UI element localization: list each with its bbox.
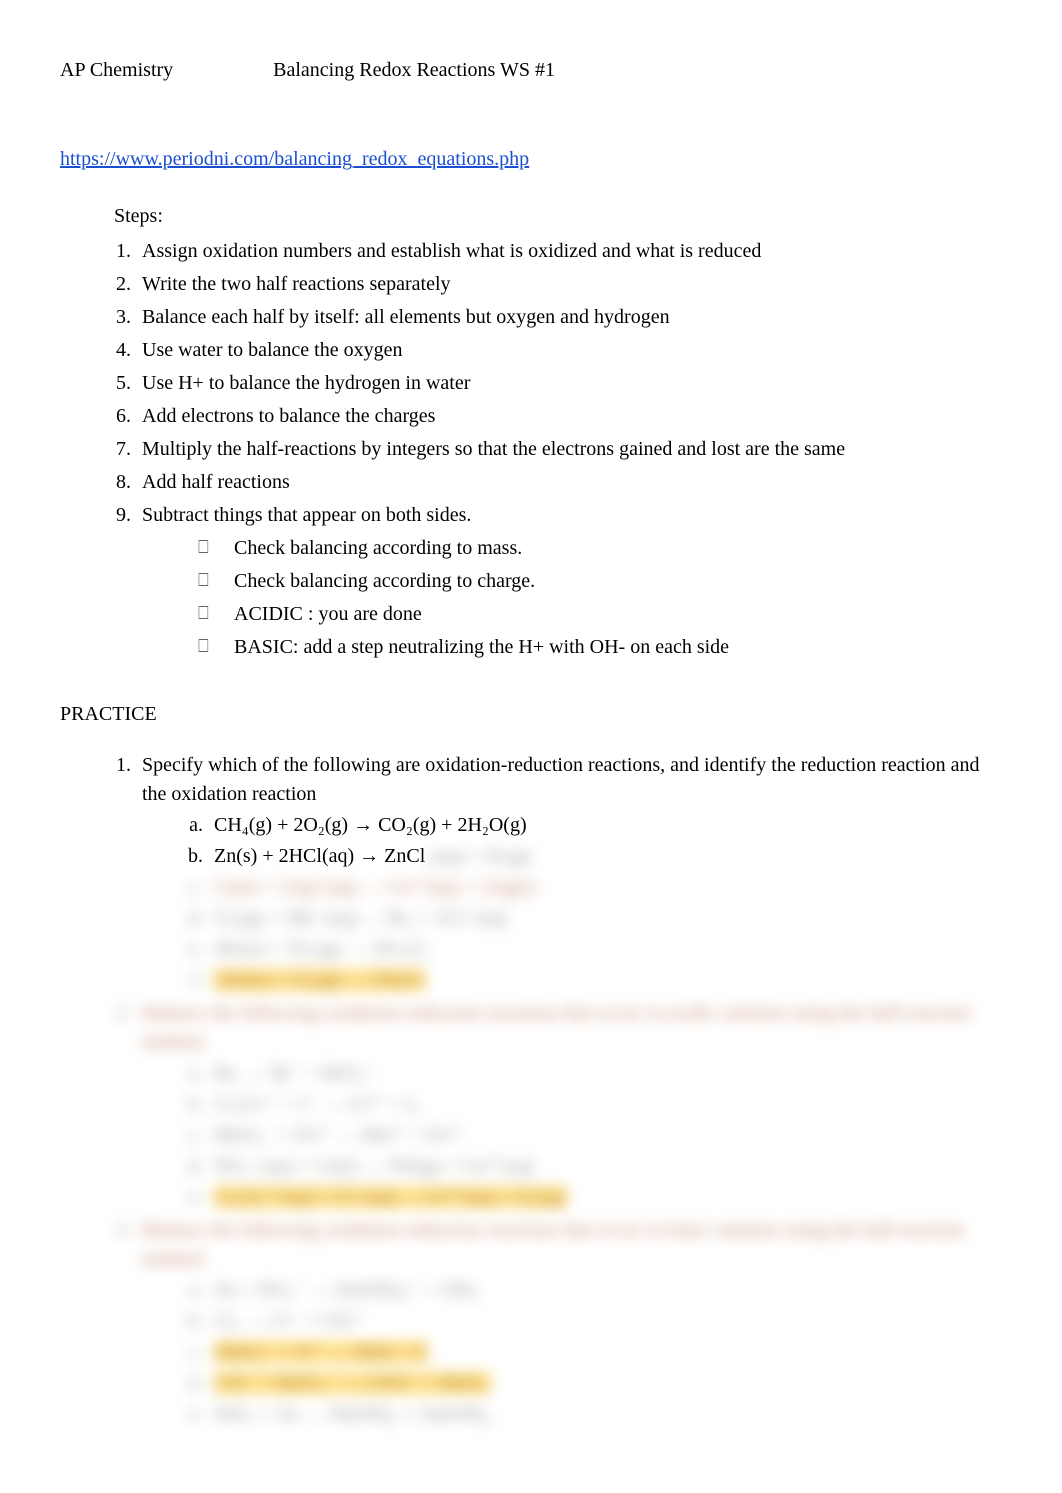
- check-text: Check balancing according to charge.: [234, 567, 535, 596]
- practice-question: Specify which of the following are oxida…: [136, 751, 1002, 995]
- worksheet-title: Balancing Redox Reactions WS #1: [273, 56, 555, 85]
- blurred-content: Cu(s) + 2Ag⁺(aq) → Cu²⁺(aq) + 2Ag(s) Cl₂…: [142, 873, 1002, 995]
- sub-question-blurred: Br₂ → Br⁻ + BrO₃⁻: [208, 1059, 1002, 1088]
- sub-question-blurred: Cu(s) + 2Ag⁺(aq) → Cu²⁺(aq) + 2Ag(s): [208, 873, 1002, 902]
- sub-question-blurred: NO₃⁻(aq) + Cu(s) → NO(g) + Cu²⁺(aq): [208, 1152, 1002, 1181]
- practice-list-blurred: Balance the following oxidation-reductio…: [104, 999, 1002, 1429]
- bullet-icon: ⎕: [198, 600, 212, 626]
- question-text: Specify which of the following are oxida…: [142, 754, 980, 805]
- step-item: Add electrons to balance the charges: [136, 402, 1002, 431]
- step-item: Add half reactions: [136, 468, 1002, 497]
- check-item: ⎕ BASIC: add a step neutralizing the H+ …: [198, 633, 1002, 662]
- blurred-content: ₂(aq) + H₂(g): [425, 845, 530, 867]
- steps-list: Assign oxidation numbers and establish w…: [104, 237, 1002, 662]
- sub-question-blurred: MnO₄⁻ + Fe²⁺ → Mn²⁺ + Fe³⁺: [208, 1121, 1002, 1150]
- step-item: Use H+ to balance the hydrogen in water: [136, 369, 1002, 398]
- sub-question-list: CH₄(g) + 2O₂(g) → CO₂(g) + 2H₂O(g) Zn(s)…: [182, 811, 1002, 871]
- blurred-content: Balance the following oxidation-reductio…: [60, 999, 1002, 1429]
- check-text: BASIC: add a step neutralizing the H+ wi…: [234, 633, 729, 662]
- step-item: Write the two half reactions separately: [136, 270, 1002, 299]
- check-item: ⎕ Check balancing according to mass.: [198, 534, 1002, 563]
- steps-label: Steps:: [114, 202, 1002, 231]
- practice-list: Specify which of the following are oxida…: [104, 751, 1002, 995]
- bullet-icon: ⎕: [198, 633, 212, 659]
- sub-question-list-blurred: Zn + NO₃⁻ → Zn(OH)₄²⁻ + NH₃ Cl₂ → Cl⁻ + …: [182, 1276, 1002, 1429]
- sub-question-list-blurred: Br₂ → Br⁻ + BrO₃⁻ Cr₂O₇²⁻ + I⁻ → Cr³⁺ + …: [182, 1059, 1002, 1212]
- equation-visible: Zn(s) + 2HCl(aq) → ZnCl: [214, 845, 425, 867]
- sub-question-blurred: Cl₂(g) + 2Br⁻(aq) → Br₂ + 2Cl⁻(aq): [208, 904, 1002, 933]
- check-item: ⎕ Check balancing according to charge.: [198, 567, 1002, 596]
- sub-question-blurred: Cr₂O₇²⁻ + I⁻ → Cr³⁺ + I₂: [208, 1090, 1002, 1119]
- course-name: AP Chemistry: [60, 56, 173, 85]
- step-item: Balance each half by itself: all element…: [136, 303, 1002, 332]
- sub-question: CH₄(g) + 2O₂(g) → CO₂(g) + 2H₂O(g): [208, 811, 1002, 840]
- checks-list: ⎕ Check balancing according to mass. ⎕ C…: [198, 534, 1002, 662]
- practice-heading: PRACTICE: [60, 700, 1002, 729]
- reference-link[interactable]: https://www.periodni.com/balancing_redox…: [60, 148, 529, 170]
- sub-question-blurred: Cr₂O₇²⁻(aq) + Cl⁻(aq) → Cr³⁺(aq) + Cl₂(g…: [208, 1183, 1002, 1212]
- sub-question-blurred: Zn + NO₃⁻ → Zn(OH)₄²⁻ + NH₃: [208, 1276, 1002, 1305]
- sub-question-blurred: 4Fe(s) + 3O₂(g) → 2Fe₂O₃: [208, 935, 1002, 964]
- question-text-blurred: Balance the following oxidation-reductio…: [142, 1219, 964, 1270]
- question-text-blurred: Balance the following oxidation-reductio…: [142, 1002, 971, 1053]
- sub-question-blurred: MnO₄⁻ + S²⁻ → MnS + S: [208, 1338, 1002, 1367]
- check-text: ACIDIC : you are done: [234, 600, 422, 629]
- sub-question: Zn(s) + 2HCl(aq) → ZnCl₂(aq) + H₂(g): [208, 842, 1002, 871]
- sub-question-list-blurred: Cu(s) + 2Ag⁺(aq) → Cu²⁺(aq) + 2Ag(s) Cl₂…: [182, 873, 1002, 995]
- bullet-icon: ⎕: [198, 534, 212, 560]
- check-text: Check balancing according to mass.: [234, 534, 522, 563]
- practice-question-blurred: Balance the following oxidation-reductio…: [136, 1216, 1002, 1429]
- bullet-icon: ⎕: [198, 567, 212, 593]
- sub-question-blurred: Cl₂ → Cl⁻ + ClO⁻: [208, 1307, 1002, 1336]
- step-item: Multiply the half-reactions by integers …: [136, 435, 1002, 464]
- step-item: Use water to balance the oxygen: [136, 336, 1002, 365]
- check-item: ⎕ ACIDIC : you are done: [198, 600, 1002, 629]
- sub-question-blurred: 2Na(s) + Cl₂(g) → 2NaCl: [208, 966, 1002, 995]
- sub-question-blurred: CN⁻ + MnO₄⁻ → CNO⁻ + MnO₂: [208, 1369, 1002, 1398]
- step-item: Assign oxidation numbers and establish w…: [136, 237, 1002, 266]
- step-item: Subtract things that appear on both side…: [136, 501, 1002, 662]
- sub-question-blurred: NiO₂ + Zn → Ni(OH)₂ + Zn(OH)₂: [208, 1400, 1002, 1429]
- page-header: AP Chemistry Balancing Redox Reactions W…: [60, 56, 1002, 85]
- reference-link-row: https://www.periodni.com/balancing_redox…: [60, 145, 1002, 174]
- step-text: Subtract things that appear on both side…: [142, 504, 471, 526]
- practice-question-blurred: Balance the following oxidation-reductio…: [136, 999, 1002, 1212]
